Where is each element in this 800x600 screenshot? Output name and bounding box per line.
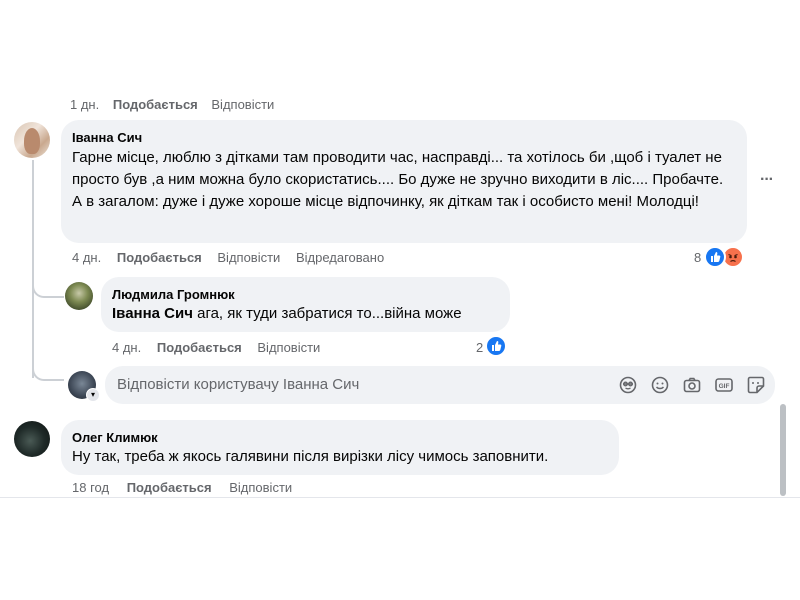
avatar-sticker-icon[interactable] xyxy=(619,376,637,394)
camera-icon[interactable] xyxy=(683,376,701,394)
comment-text: Ну так, треба ж якось галявини після вир… xyxy=(72,448,549,465)
mention-link[interactable]: Іванна Сич xyxy=(112,305,193,322)
thread-branch xyxy=(32,365,64,381)
reply-body: ага, як туди забратися то...війна може xyxy=(192,305,462,322)
comment-author[interactable]: Іванна Сич xyxy=(72,130,142,145)
chevron-down-icon[interactable]: ▾ xyxy=(86,388,100,402)
avatar[interactable] xyxy=(65,282,93,310)
reply-text: Іванна Сич ага, як туди забратися то...в… xyxy=(112,303,462,325)
reaction-count[interactable]: 2 xyxy=(476,340,483,355)
comment-time[interactable]: 18 год xyxy=(72,480,109,495)
comment-meta: 4 дн. Подобається Відповісти Відредагова… xyxy=(72,250,384,265)
edited-label: Відредаговано xyxy=(295,250,385,265)
reply-link[interactable]: Відповісти xyxy=(257,340,320,355)
crop-edge xyxy=(0,497,800,498)
comment-bubble: Олег Климюк Ну так, треба ж якось галяви… xyxy=(61,420,619,475)
comment-time[interactable]: 4 дн. xyxy=(112,340,141,355)
more-options-icon[interactable]: ··· xyxy=(760,171,774,189)
avatar[interactable] xyxy=(14,122,50,158)
comment-bubble: Іванна Сич Гарне місце, люблю з дітками … xyxy=(61,120,747,243)
like-link[interactable]: Подобається xyxy=(113,97,198,112)
reply-input[interactable]: Відповісти користувачу Іванна Сич xyxy=(117,376,359,393)
previous-comment-meta: 1 дн. Подобається Відповісти xyxy=(70,97,274,112)
like-link[interactable]: Подобається xyxy=(117,250,202,265)
gif-icon[interactable]: GIF xyxy=(715,376,733,394)
like-link[interactable]: Подобається xyxy=(127,480,212,495)
thread-branch xyxy=(32,280,64,298)
comment-time[interactable]: 1 дн. xyxy=(70,97,99,112)
scrollbar[interactable] xyxy=(780,404,786,496)
comment-text: Гарне місце, люблю з дітками там проводи… xyxy=(72,149,724,210)
comment-meta: 18 год Подобається Відповісти xyxy=(72,480,292,495)
emoji-icon[interactable] xyxy=(651,376,669,394)
reply-meta: 4 дн. Подобається Відповісти xyxy=(112,340,320,355)
comment-time[interactable]: 4 дн. xyxy=(72,250,101,265)
reply-bubble: Людмила Громнюк Іванна Сич ага, як туди … xyxy=(101,277,510,332)
reply-link[interactable]: Відповісти xyxy=(211,97,274,112)
svg-text:GIF: GIF xyxy=(719,383,730,390)
sticker-icon[interactable] xyxy=(747,376,765,394)
like-link[interactable]: Подобається xyxy=(157,340,242,355)
like-reaction-icon xyxy=(485,335,507,357)
reply-link[interactable]: Відповісти xyxy=(217,250,280,265)
reply-author[interactable]: Людмила Громнюк xyxy=(112,287,235,302)
reply-input-box[interactable]: Відповісти користувачу Іванна Сич GIF xyxy=(105,366,775,404)
avatar[interactable] xyxy=(14,421,50,457)
comment-author[interactable]: Олег Климюк xyxy=(72,430,158,445)
thread-line xyxy=(32,160,34,378)
like-reaction-icon xyxy=(704,246,726,268)
reply-link[interactable]: Відповісти xyxy=(229,480,292,495)
reaction-count[interactable]: 8 xyxy=(694,250,701,265)
